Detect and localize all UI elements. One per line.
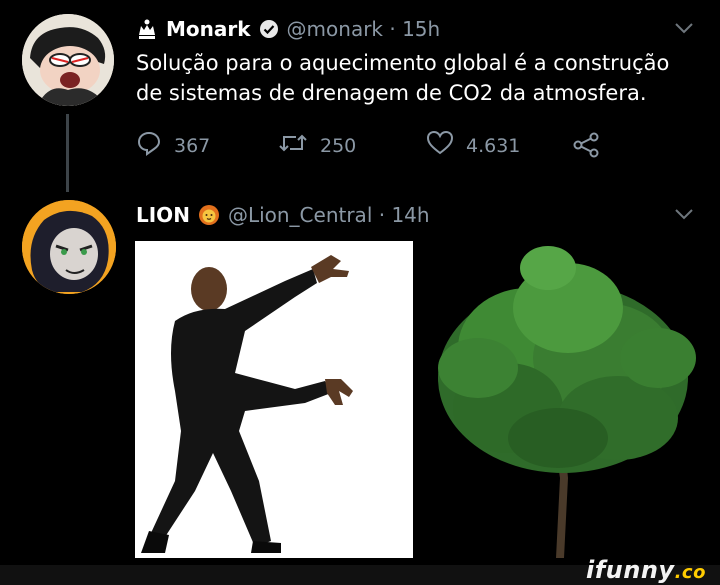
reply-icon [136,130,162,161]
retweet-count: 250 [320,134,357,157]
chevron-down-icon[interactable] [672,18,696,38]
reply-count: 367 [174,134,211,157]
man-in-suit-illustration [135,241,413,558]
verified-icon [259,19,279,39]
tweet1-text-line2: de sistemas de drenagem de CO2 da atmosf… [136,81,647,105]
chevron-down-icon[interactable] [672,204,696,224]
tweet1-author-name[interactable]: Monark [166,17,251,41]
retweet-button[interactable]: 250 [278,130,356,161]
crown-icon [136,18,158,40]
monark-avatar-illustration [22,14,114,106]
tweet2-handle-time[interactable]: @Lion_Central · 14h [228,203,430,227]
tweet2-author-name[interactable]: LION [136,203,190,227]
monark-avatar[interactable] [22,14,114,106]
share-icon[interactable] [572,132,602,158]
meme-man-image[interactable] [135,241,413,558]
tweet1-text: Solução para o aquecimento global é a co… [136,48,716,108]
tweet1-text-line1: Solução para o aquecimento global é a co… [136,51,670,75]
like-count: 4.631 [466,134,521,157]
thread-line [66,114,69,192]
tweet1-handle-time[interactable]: @monark · 15h [287,17,441,41]
reply-button[interactable]: 367 [136,130,210,161]
lion-avatar[interactable] [22,200,116,294]
like-button[interactable]: 4.631 [426,130,520,161]
ifunny-watermark-suffix: .co [674,562,706,583]
retweet-icon [278,130,308,161]
lion-avatar-illustration [22,200,116,294]
tree-illustration [438,246,696,558]
like-icon [426,130,454,161]
tweet2-header: LION @Lion_Central · 14h [136,200,430,230]
ifunny-watermark: ifunny.co [586,556,706,584]
ifunny-watermark-text: ifunny [586,556,675,584]
lion-emoji-icon [198,204,220,226]
tree-image[interactable] [418,238,708,560]
tweet1-header: Monark @monark · 15h [136,14,440,44]
